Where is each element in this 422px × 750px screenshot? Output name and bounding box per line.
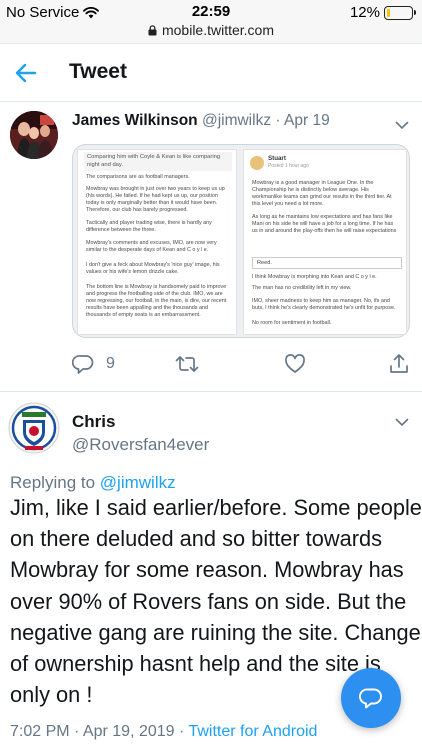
forum-quote: Comparing him with Coyle & Kean is like … [84,152,232,172]
compose-reply-icon [359,688,382,709]
attached-image[interactable]: Comparing him with Coyle & Kean is like … [72,144,410,338]
share-icon [390,354,408,373]
retweet-button[interactable] [174,352,200,376]
tweet-header: James Wilkinson @jimwilkz · Apr 19 [72,112,330,130]
forum-post-left: Comparing him with Coyle & Kean is like … [77,149,237,335]
forum-author: Stuart [268,155,286,162]
compose-reply-button[interactable] [341,668,401,728]
author-name[interactable]: James Wilkinson [72,112,198,129]
forum-paragraph: Mowbray's comments and excuses, IMO, are… [86,240,217,254]
reply-count: 9 [106,355,115,372]
author-name[interactable]: Chris [72,412,115,432]
tweet-timestamp: 7:02 PM · Apr 19, 2019 · [10,723,185,740]
back-arrow-icon[interactable] [14,62,38,89]
forum-posted-time: Posted 1 hour ago [268,163,309,169]
tweet-metadata: 7:02 PM · Apr 19, 2019 · Twitter for And… [10,723,317,741]
page-title: Tweet [69,60,127,83]
battery-icon [384,6,416,20]
like-icon [285,354,305,373]
avatar[interactable] [10,111,58,159]
page-header: Tweet [0,44,422,102]
author-handle[interactable]: @jimwilkz [202,112,271,129]
retweet-icon [175,356,199,372]
share-button[interactable] [388,352,410,376]
forum-paragraph: The comparisons are as football managers… [86,174,190,180]
status-bar: No Service 22:59 12% mobile.twitter.com [0,0,422,44]
address-bar[interactable]: mobile.twitter.com [0,22,422,38]
tweet-actions: 9 [72,352,412,376]
battery-level [386,8,390,17]
forum-paragraph: Mowbray is a good manager in League One.… [252,180,392,208]
separator: · [275,112,281,129]
reply-icon [72,355,94,374]
chevron-down-icon[interactable] [395,414,409,432]
chevron-down-icon[interactable] [395,117,409,135]
forum-paragraph: I think Mowbray is morphing into Kean an… [252,274,377,280]
forum-paragraph: No room for sentiment in football. [252,320,332,326]
forum-paragraph: Tactically and player trading wise, ther… [86,220,212,234]
forum-post-right: Stuart Posted 1 hour ago Mowbray is a go… [243,149,407,335]
replying-to-link[interactable]: @jimwilkz [100,473,176,492]
battery-percent: 12% [349,4,380,21]
avatar[interactable] [8,402,60,454]
forum-paragraph: The bottom line is Mowbray is handsomely… [86,284,227,319]
tweet-date[interactable]: Apr 19 [284,112,330,129]
forum-paragraph: IMO, sheer madness to keep him as manage… [252,298,396,312]
url-text: mobile.twitter.com [161,22,275,38]
forum-avatar [250,156,264,170]
reply-button[interactable]: 9 [72,352,115,376]
forum-paragraph: The man has no credibility left in my vi… [252,285,352,291]
lock-icon [148,25,157,36]
author-handle[interactable]: @Roversfan4ever [72,435,209,455]
replying-to: Replying to @jimwilkz [10,473,176,493]
forum-paragraph: Mowbray was brought in just over two yea… [86,186,225,214]
tweet-client-link[interactable]: Twitter for Android [188,723,317,740]
like-button[interactable] [284,352,306,376]
replying-to-prefix: Replying to [10,473,96,492]
forum-quote-reed: Reed. [252,257,402,269]
forum-paragraph: I don't give a feck about Mowbray's 'nic… [86,262,220,276]
original-tweet[interactable]: James Wilkinson @jimwilkz · Apr 19 Compa… [0,102,422,392]
forum-paragraph: As long as he maintains low expectations… [252,214,397,235]
